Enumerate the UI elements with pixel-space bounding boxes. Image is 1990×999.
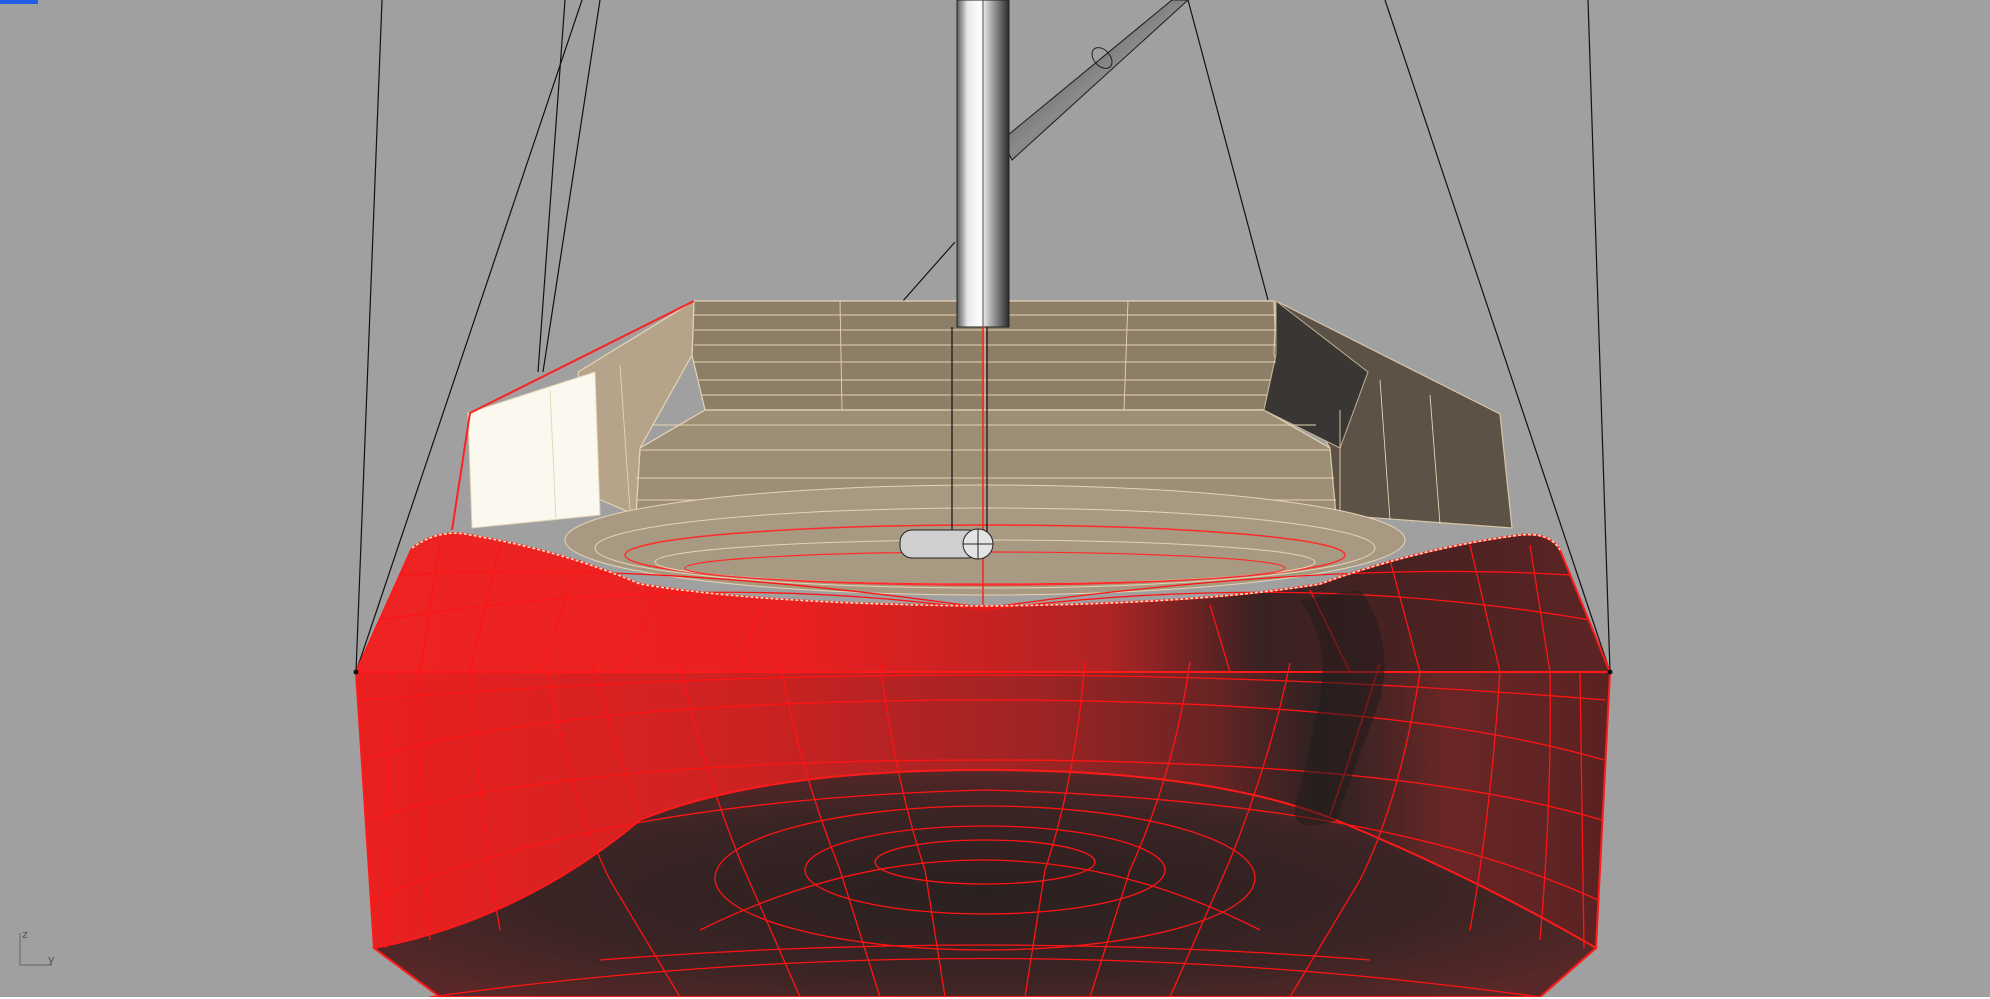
world-axes-icon: z y: [19, 928, 55, 966]
active-viewport-indicator: [0, 0, 38, 4]
perspective-viewport[interactable]: z y: [0, 0, 1990, 997]
axis-y-label: y: [48, 953, 55, 966]
axis-z-label: z: [22, 928, 28, 941]
model-scene[interactable]: [0, 0, 1990, 997]
deck-fitting: [899, 528, 994, 560]
